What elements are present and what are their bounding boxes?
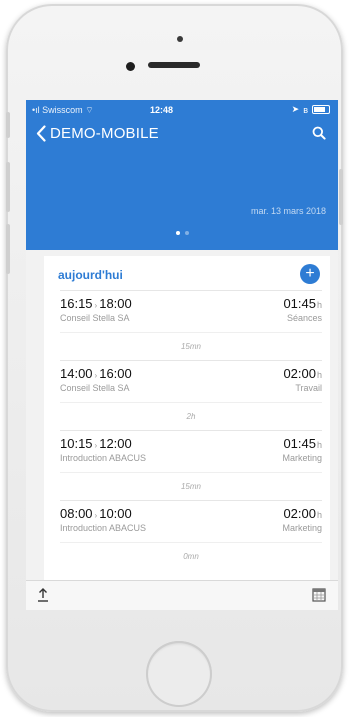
entry-duration-value: 01:45	[283, 436, 316, 451]
wifi-icon: ⌔	[85, 105, 94, 115]
time-entry-row[interactable]: 16:15 › 18:00 Conseil Stella SA 01:45h Séa…	[60, 290, 322, 331]
time-entry-row[interactable]: 08:00 › 10:00 Introduction ABACUS 02:00h M…	[60, 500, 322, 541]
gap-label: 2h	[60, 402, 322, 432]
entry-duration-unit: h	[316, 300, 322, 310]
calendar-icon	[312, 588, 326, 602]
nav-bar: DEMO-MOBILE	[26, 122, 338, 150]
front-camera	[126, 62, 135, 71]
entry-times: 08:00 › 10:00	[60, 506, 132, 521]
gap-label: 15mn	[60, 472, 322, 502]
entry-client: Introduction ABACUS	[60, 453, 147, 463]
volume-up-button	[6, 162, 10, 212]
back-label: DEMO-MOBILE	[50, 125, 159, 142]
entry-end: 10:00	[99, 506, 132, 521]
entry-duration-value: 01:45	[283, 296, 316, 311]
entry-times: 16:15 › 18:00	[60, 296, 132, 311]
entry-start: 10:15	[60, 436, 93, 451]
volume-down-button	[6, 224, 10, 274]
phone-frame: •ıl Swisscom ⌔ 12:48 ➤ ʙ DEMO-MOBILE mar…	[6, 4, 343, 712]
back-button[interactable]: DEMO-MOBILE	[36, 125, 159, 142]
header-date: mar. 13 mars 2018	[250, 206, 326, 216]
gap-label: 15mn	[60, 332, 322, 362]
entry-duration: 02:00h	[283, 366, 322, 381]
carrier-name: Swisscom	[42, 105, 83, 115]
power-button	[339, 169, 343, 225]
app-screen: •ıl Swisscom ⌔ 12:48 ➤ ʙ DEMO-MOBILE mar…	[26, 100, 338, 610]
carrier-label: •ıl Swisscom ⌔	[32, 105, 94, 116]
entry-times: 10:15 › 12:00	[60, 436, 132, 451]
day-title: aujourd'hui	[58, 268, 123, 282]
entry-end: 12:00	[99, 436, 132, 451]
entry-start: 14:00	[60, 366, 93, 381]
time-entry-row[interactable]: 14:00 › 16:00 Conseil Stella SA 02:00h Tra…	[60, 360, 322, 401]
location-icon: ➤	[291, 104, 300, 114]
gap-label: 0mn	[60, 542, 322, 572]
status-bar: •ıl Swisscom ⌔ 12:48 ➤ ʙ	[26, 100, 338, 118]
page-dot-active	[176, 231, 180, 235]
entry-client: Conseil Stella SA	[60, 383, 130, 393]
page-dot	[185, 231, 189, 235]
entry-duration-value: 02:00	[283, 366, 316, 381]
plus-icon: +	[305, 265, 315, 282]
entry-times: 14:00 › 16:00	[60, 366, 132, 381]
entry-duration-unit: h	[316, 440, 322, 450]
search-icon	[312, 126, 326, 140]
home-button[interactable]	[146, 641, 212, 707]
page-indicator[interactable]	[176, 231, 189, 235]
bottom-toolbar	[26, 580, 338, 610]
entry-duration-value: 02:00	[283, 506, 316, 521]
entry-client: Introduction ABACUS	[60, 523, 147, 533]
entry-duration: 01:45h	[283, 436, 322, 451]
add-entry-button[interactable]: +	[300, 264, 320, 284]
status-time: 12:48	[150, 105, 174, 115]
entry-start: 08:00	[60, 506, 93, 521]
mute-switch	[6, 112, 10, 138]
entry-category: Séances	[286, 313, 322, 323]
battery-icon	[312, 105, 330, 114]
entry-duration-unit: h	[316, 370, 322, 380]
upload-icon	[38, 588, 48, 602]
entry-duration: 01:45h	[283, 296, 322, 311]
bluetooth-icon: ʙ	[303, 104, 308, 115]
proximity-sensor	[177, 36, 183, 42]
entry-duration: 02:00h	[283, 506, 322, 521]
entry-end: 16:00	[99, 366, 132, 381]
chevron-left-icon	[36, 125, 46, 142]
calendar-button[interactable]	[312, 587, 326, 607]
entry-duration-unit: h	[316, 510, 322, 520]
time-entry-row[interactable]: 10:15 › 12:00 Introduction ABACUS 01:45h M…	[60, 430, 322, 471]
entry-client: Conseil Stella SA	[60, 313, 130, 323]
entry-category: Marketing	[282, 523, 322, 533]
signal-icon: •ıl	[32, 105, 43, 115]
app-header: •ıl Swisscom ⌔ 12:48 ➤ ʙ DEMO-MOBILE mar…	[26, 100, 338, 250]
status-right: ➤ ʙ	[292, 104, 330, 115]
earpiece-speaker	[148, 62, 200, 68]
entry-category: Travail	[295, 383, 322, 393]
entry-category: Marketing	[282, 453, 322, 463]
search-button[interactable]	[312, 126, 326, 145]
export-button[interactable]	[36, 587, 50, 608]
entry-start: 16:15	[60, 296, 93, 311]
entry-end: 18:00	[99, 296, 132, 311]
